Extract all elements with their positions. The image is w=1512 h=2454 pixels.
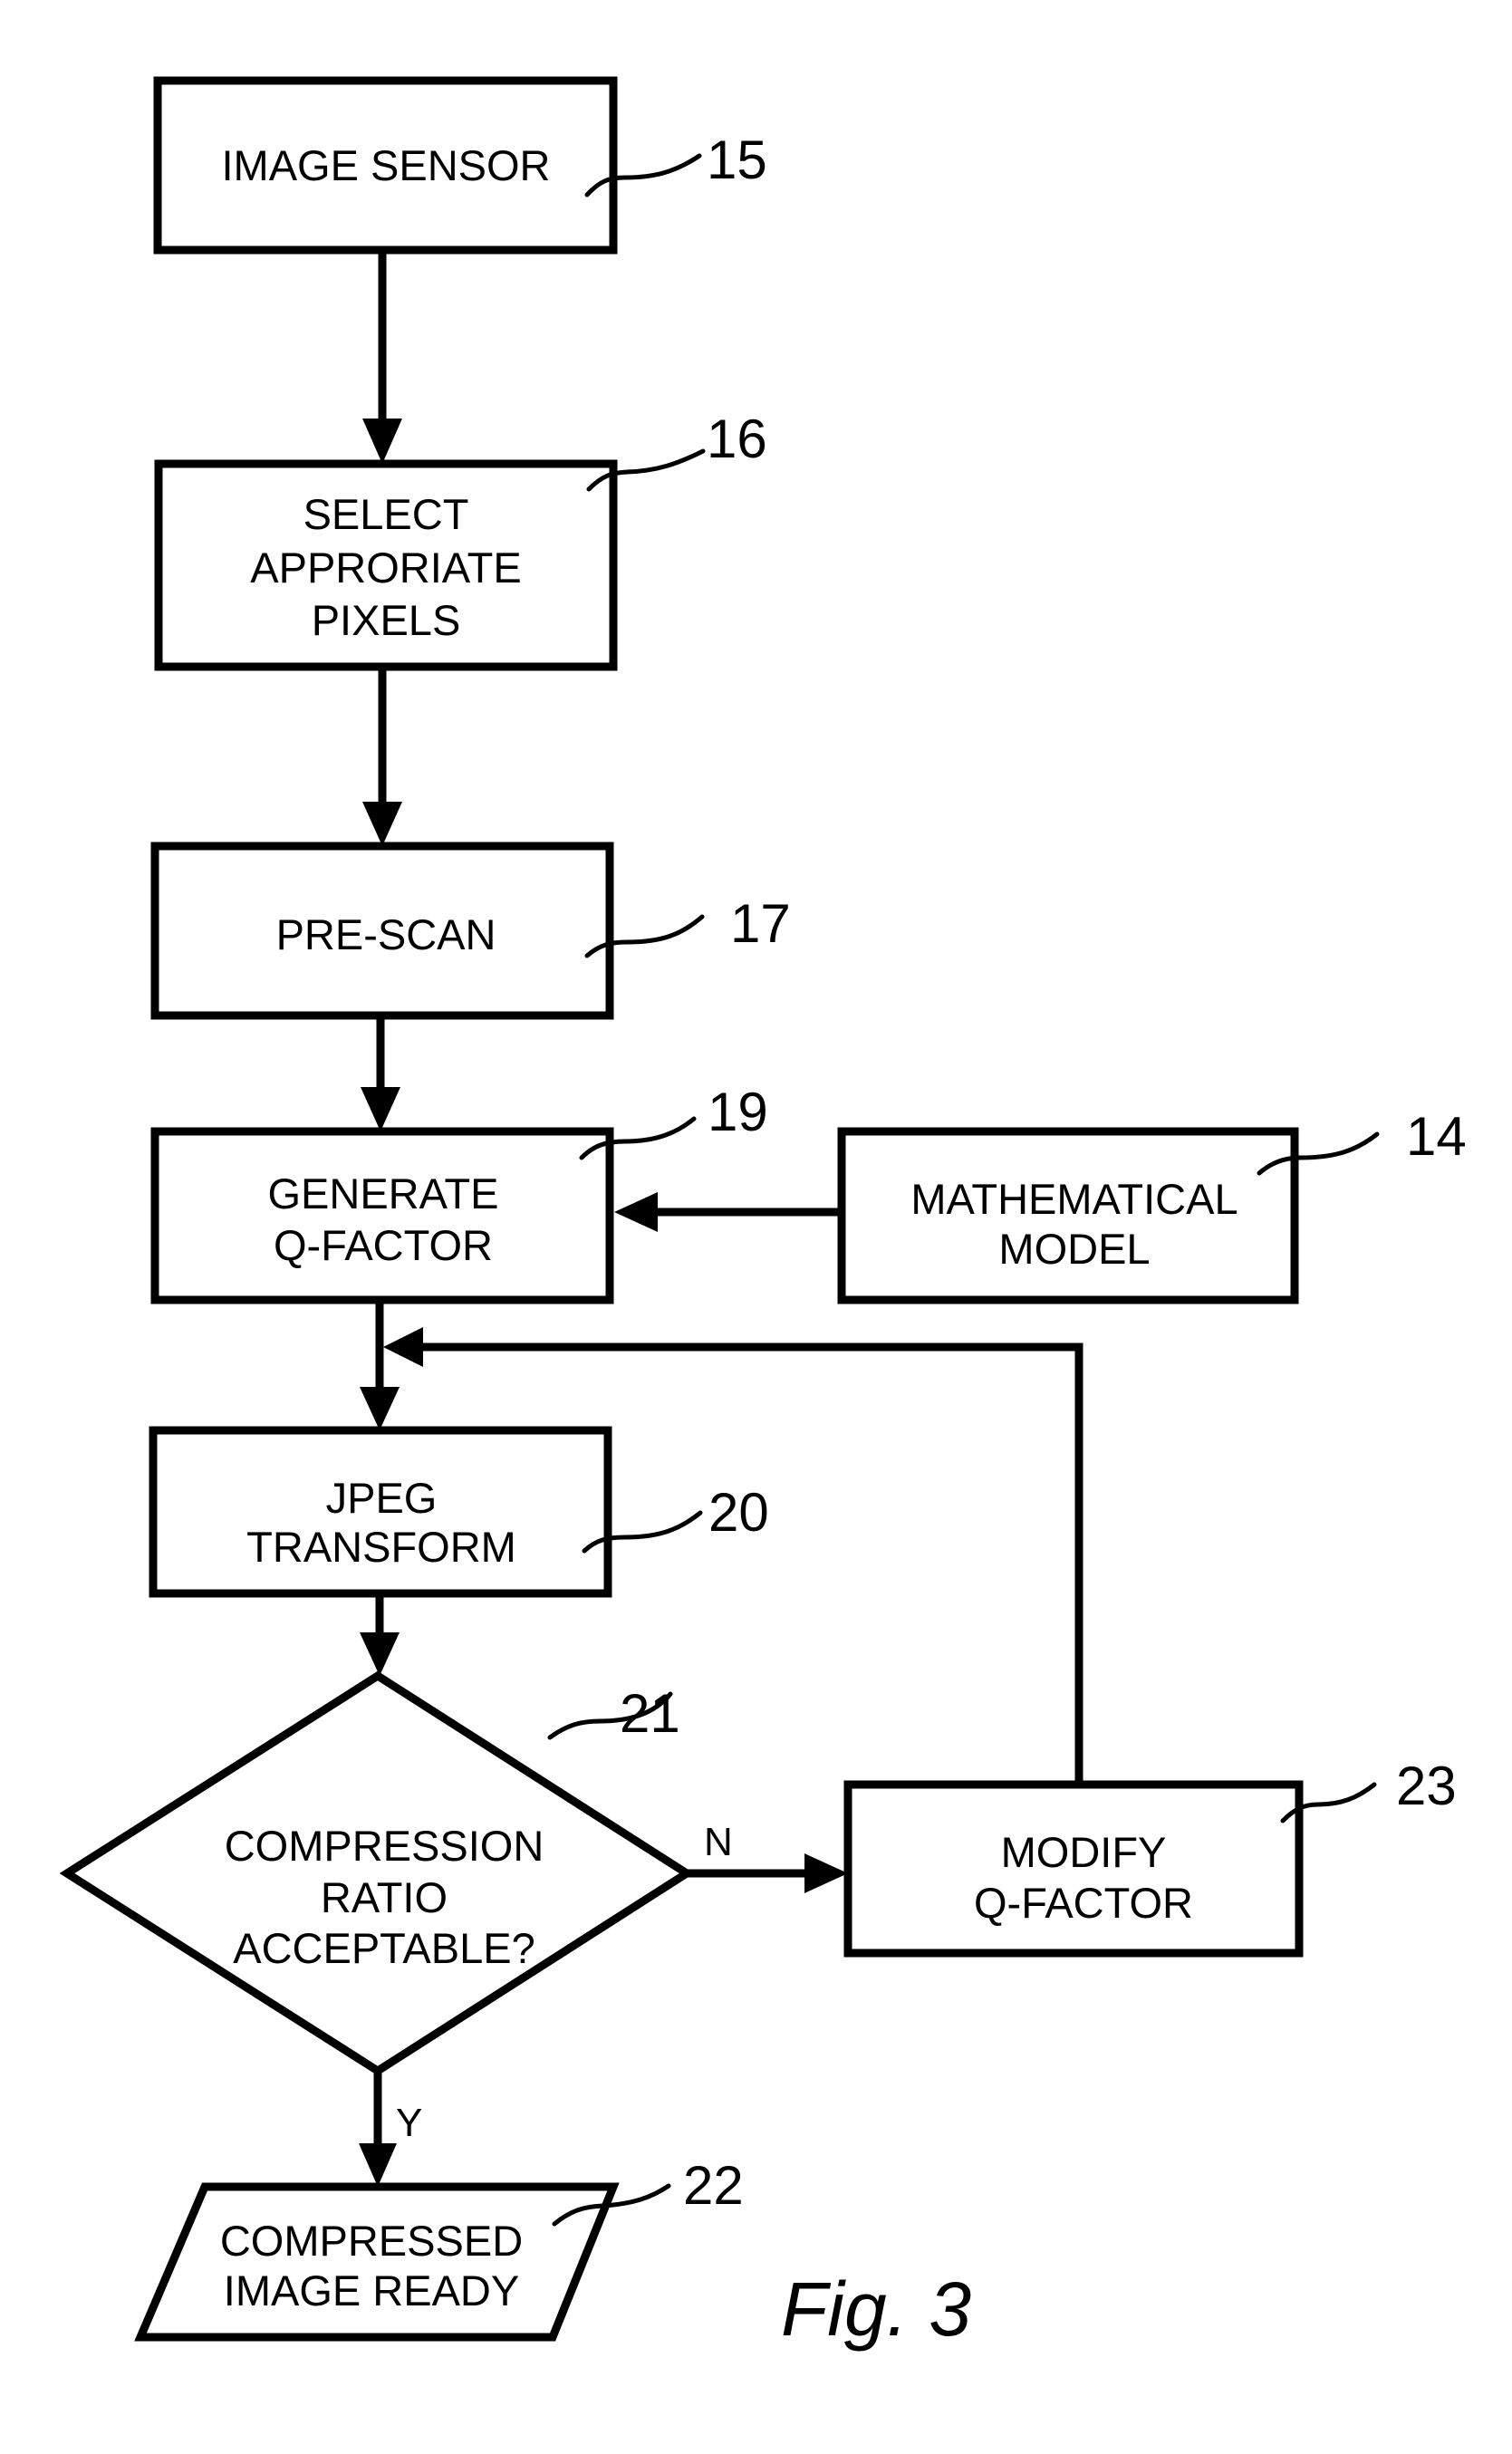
label-jpeg-2: TRANSFORM	[246, 1523, 516, 1571]
label-select-pixels-3: PIXELS	[312, 596, 461, 644]
arrowhead-16-17	[362, 802, 402, 846]
ref-14: 14	[1406, 1106, 1467, 1167]
flowchart: IMAGE SENSOR SELECT APPRORIATE PIXELS PR…	[59, 76, 1467, 2352]
ref-16: 16	[707, 409, 767, 469]
label-select-pixels-2: APPRORIATE	[250, 544, 521, 592]
label-math-model-1: MATHEMATICAL	[910, 1175, 1238, 1223]
label-modify-2: Q-FACTOR	[974, 1879, 1193, 1927]
branch-label-yes: Y	[396, 2101, 422, 2145]
label-image-sensor: IMAGE SENSOR	[221, 141, 550, 189]
ref-23: 23	[1396, 1756, 1457, 1816]
figure-caption: Fig. 3	[781, 2266, 971, 2352]
ref-21: 21	[620, 1683, 680, 1744]
label-jpeg-1: JPEG	[326, 1474, 438, 1522]
arrowhead-15-16	[362, 419, 402, 464]
arrowhead-19-20	[360, 1387, 400, 1430]
label-output-2: IMAGE READY	[224, 2266, 519, 2314]
label-modify-1: MODIFY	[1001, 1828, 1167, 1876]
arrowhead-21-22	[359, 2143, 397, 2187]
ref-22: 22	[683, 2155, 744, 2216]
label-decision-1: COMPRESSION	[225, 1822, 544, 1870]
arrowhead-21-23	[804, 1853, 848, 1893]
label-pre-scan: PRE-SCAN	[276, 910, 496, 958]
branch-label-no: N	[704, 1820, 733, 1864]
label-output-1: COMPRESSED	[220, 2217, 523, 2265]
label-math-model-2: MODEL	[998, 1225, 1150, 1273]
arrowhead-feedback	[383, 1327, 423, 1367]
label-generate-2: Q-FACTOR	[274, 1221, 493, 1269]
arrowhead-20-21	[360, 1632, 400, 1676]
label-decision-2: RATIO	[321, 1873, 448, 1921]
ref-15: 15	[707, 130, 767, 190]
ref-19: 19	[708, 1082, 768, 1142]
ref-20: 20	[708, 1482, 769, 1543]
arrowhead-14-19	[614, 1192, 658, 1232]
label-decision-3: ACCEPTABLE?	[233, 1924, 534, 1972]
ref-17: 17	[730, 893, 791, 954]
arrowhead-17-19	[361, 1087, 400, 1131]
label-select-pixels-1: SELECT	[303, 490, 469, 538]
label-generate-1: GENERATE	[267, 1169, 498, 1217]
